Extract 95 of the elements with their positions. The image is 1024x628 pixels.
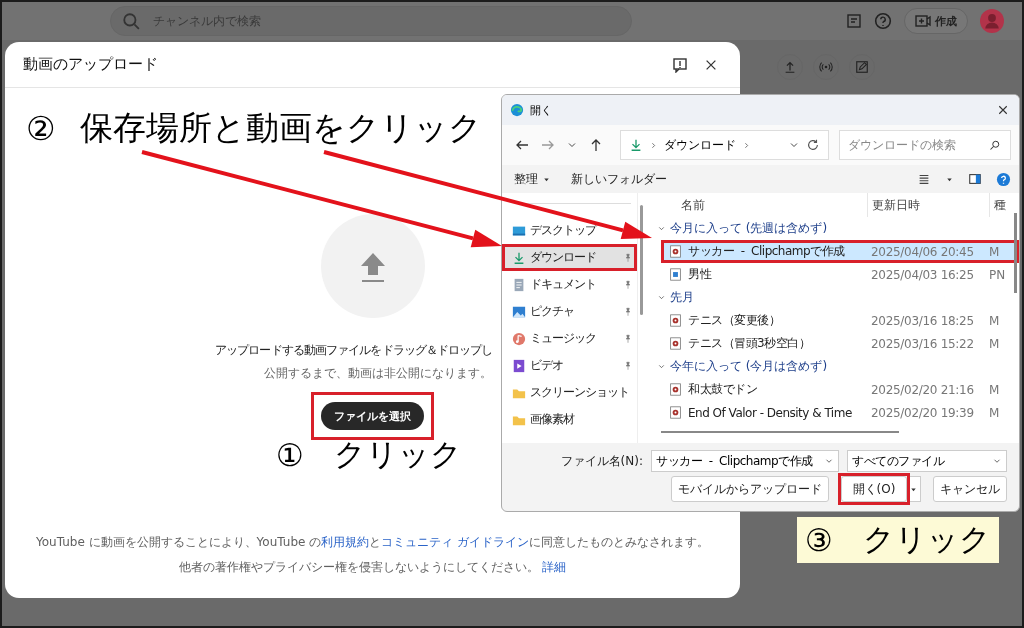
path-segment[interactable]: ダウンロード [664, 136, 736, 154]
image-file-icon [669, 268, 682, 281]
file-name-field[interactable]: サッカー - Clipchampで作成 [651, 450, 839, 472]
music-icon [512, 331, 526, 346]
file-name: End Of Valor - Density & Time [688, 405, 852, 420]
picture-icon [512, 304, 526, 319]
download-icon [512, 250, 526, 265]
create-button[interactable]: 作成 [904, 8, 968, 34]
upload-icon [783, 60, 797, 74]
file-row[interactable]: 和太鼓でドン 2025/02/20 21:16 M [661, 378, 1019, 401]
file-type: M [988, 243, 1001, 261]
file-date: 2025/03/16 18:25 [870, 312, 975, 330]
file-type: M [988, 312, 1001, 330]
preview-pane-icon[interactable] [968, 172, 982, 186]
upload-prompt: アップロードする動画ファイルをドラッグ＆ドロップし [215, 342, 493, 359]
search-icon [122, 12, 140, 30]
file-date: 2025/04/06 20:45 [870, 243, 975, 261]
file-name: サッカー - Clipchampで作成 [688, 243, 845, 260]
step-instruction: クリック [333, 435, 462, 474]
group-header[interactable]: 先月 [653, 286, 1019, 309]
organize-menu[interactable]: 整理 [514, 170, 551, 188]
view-icon[interactable] [917, 172, 931, 186]
file-date: 2025/04/03 16:25 [870, 266, 975, 284]
step-number: ② [26, 109, 56, 148]
nav-item[interactable]: ビデオ [502, 352, 637, 379]
nav-item[interactable]: ダウンロード [502, 244, 637, 271]
column-header[interactable]: 更新日時 [867, 193, 989, 217]
text-link[interactable]: コミュニティ ガイドライン [381, 535, 530, 549]
file-name: テニス（冒頭3秒空白） [688, 335, 811, 352]
file-date: 2025/02/20 21:16 [870, 381, 975, 399]
file-name: 男性 [688, 266, 711, 283]
video-file-icon [669, 337, 682, 350]
edit-icon [855, 60, 869, 74]
new-folder-button[interactable]: 新しいフォルダー [571, 170, 667, 188]
file-name: 和太鼓でドン [688, 381, 757, 398]
file-date: 2025/03/16 15:22 [870, 335, 975, 353]
terms-text: YouTube に動画を公開することにより、YouTube の利用規約 と コミュニティ ガイドラインに同意したものとみなされます。 [35, 534, 710, 551]
video-file-icon [669, 383, 682, 396]
video-file-icon [669, 406, 682, 419]
column-header[interactable]: 名前 [653, 196, 867, 214]
group-header[interactable]: 今年に入って (今月は含めず) [653, 355, 1019, 378]
step-instruction: クリック [862, 520, 991, 559]
privacy-note: 公開するまで、動画は非公開になります。 [263, 365, 492, 382]
video-plus-icon [915, 13, 931, 29]
close-icon[interactable] [997, 104, 1009, 116]
refresh-icon[interactable] [806, 138, 820, 152]
document-icon [512, 277, 526, 292]
file-type: PN [988, 266, 1007, 284]
file-row[interactable]: テニス（変更後） 2025/03/16 18:25 M [661, 309, 1019, 332]
search-icon [989, 139, 1001, 151]
file-row[interactable]: End Of Valor - Density & Time 2025/02/20 19:39 M [661, 401, 1019, 424]
file-type-dropdown[interactable]: すべてのファイル [847, 450, 1007, 472]
help-icon[interactable] [996, 171, 1011, 187]
chevron-right-icon [649, 140, 658, 150]
nav-item[interactable]: ドキュメント [502, 271, 637, 298]
download-icon [629, 138, 643, 152]
file-date: 2025/02/20 19:39 [870, 404, 975, 422]
field-label: ファイル名(N): [560, 452, 643, 470]
broadcast-icon [819, 60, 833, 74]
rights-text: 他者の著作権やプライバシー権を侵害しないようにしてください。 詳細 [178, 559, 567, 576]
step-instruction: 保存場所と動画をクリック [79, 107, 482, 149]
select-file-button[interactable]: ファイルを選択 [321, 402, 424, 430]
video-file-icon [669, 245, 682, 258]
nav-item[interactable]: 画像素材 [502, 406, 637, 433]
chevron-right-icon [742, 140, 751, 150]
video-icon [512, 358, 526, 373]
caption-icon[interactable] [846, 13, 862, 29]
chevron-down-icon [657, 224, 666, 233]
dialog-button[interactable]: モバイルからアップロード [671, 476, 829, 502]
file-row[interactable]: テニス（冒頭3秒空白） 2025/03/16 15:22 M [661, 332, 1019, 355]
dialog-button[interactable]: キャンセル [933, 476, 1007, 502]
text-link[interactable]: 詳細 [542, 560, 567, 574]
chevron-down-icon [657, 293, 666, 302]
chevron-down-icon [657, 362, 666, 371]
nav-item[interactable]: ピクチャ [502, 298, 637, 325]
feedback-icon[interactable] [672, 56, 688, 73]
address-bar[interactable]: ダウンロード [620, 130, 829, 160]
window-title: 開く [530, 102, 552, 118]
step-number: ③ [805, 522, 833, 558]
help-icon[interactable] [874, 12, 892, 30]
file-type: M [988, 404, 1001, 422]
group-header[interactable]: 今月に入って (先週は含めず) [653, 217, 1019, 240]
file-type: M [988, 381, 1001, 399]
browser-logo-icon [510, 103, 524, 117]
dialog-button[interactable]: 開く(O) [841, 476, 907, 502]
file-type: M [988, 335, 1001, 353]
video-file-icon [669, 314, 682, 327]
nav-item[interactable]: ミュージック [502, 325, 637, 352]
file-row[interactable]: サッカー - Clipchampで作成 2025/04/06 20:45 M [661, 240, 1019, 263]
text-link[interactable]: 利用規約 [321, 535, 370, 549]
file-row[interactable]: 男性 2025/04/03 16:25 PN [661, 263, 1019, 286]
nav-item[interactable]: スクリーンショット [502, 379, 637, 406]
dialog-title: 動画のアップロード [23, 55, 158, 74]
file-name: テニス（変更後） [688, 312, 780, 329]
step-number: ① [276, 437, 304, 473]
